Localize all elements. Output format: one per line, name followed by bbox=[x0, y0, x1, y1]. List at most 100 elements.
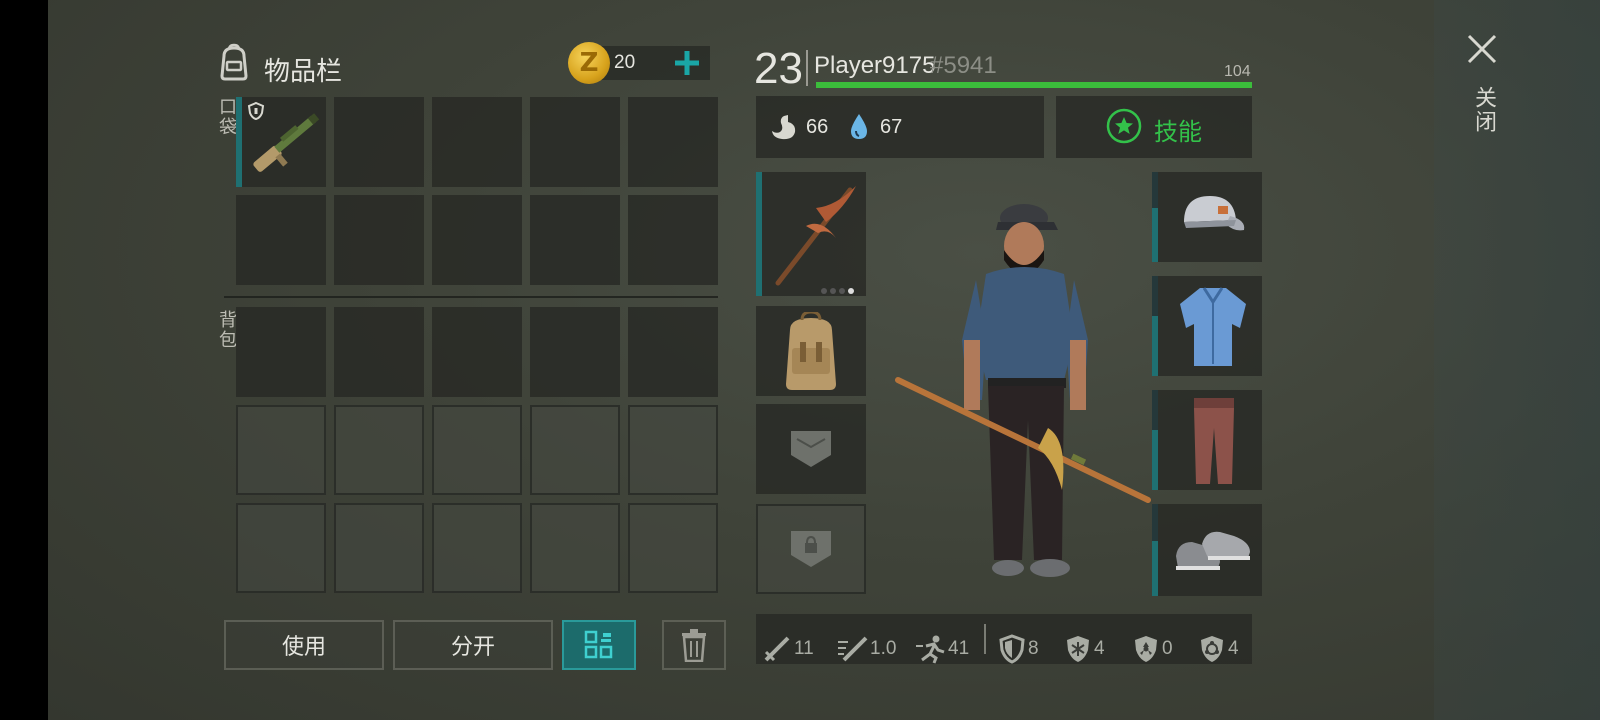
trash-icon bbox=[682, 629, 706, 662]
header-divider bbox=[806, 50, 808, 86]
running-icon bbox=[916, 635, 945, 664]
move-speed-value: 41 bbox=[948, 638, 970, 659]
star-icon bbox=[1106, 108, 1142, 144]
pocket-slot-5[interactable] bbox=[628, 97, 718, 187]
locked-slot bbox=[432, 405, 522, 495]
coin-count: 20 bbox=[614, 52, 636, 73]
durability-bar bbox=[1152, 208, 1158, 262]
pocket-equip-slot[interactable] bbox=[756, 404, 866, 494]
infection-resist-value: 4 bbox=[1228, 638, 1239, 659]
cold-resist-value: 4 bbox=[1094, 638, 1105, 659]
shoes-icon bbox=[1172, 522, 1254, 578]
legs-slot[interactable] bbox=[1152, 390, 1262, 490]
backpack-slot-3[interactable] bbox=[432, 307, 522, 397]
backpack-item-icon bbox=[778, 310, 844, 392]
player-level: 23 bbox=[754, 44, 803, 93]
grid-sort-icon bbox=[584, 630, 613, 659]
infection-resist-stat: 4 bbox=[1198, 634, 1239, 664]
pocket-slot-9[interactable] bbox=[530, 195, 620, 285]
head-slot[interactable] bbox=[1152, 172, 1262, 262]
feet-slot[interactable] bbox=[1152, 504, 1262, 596]
pocket-slot-3[interactable] bbox=[432, 97, 522, 187]
divider bbox=[224, 296, 718, 298]
thirst-value: 67 bbox=[880, 116, 903, 138]
radiation-resist-stat: 0 bbox=[1132, 634, 1173, 664]
player-tag: #5941 bbox=[930, 52, 997, 79]
backpack-slot-2[interactable] bbox=[334, 307, 424, 397]
split-button[interactable]: 分开 bbox=[393, 620, 553, 670]
pocket-slot-8[interactable] bbox=[432, 195, 522, 285]
shield-icon bbox=[999, 634, 1025, 664]
stomach-icon bbox=[768, 112, 800, 142]
shotgun-icon bbox=[244, 97, 328, 187]
cap-icon bbox=[1176, 186, 1248, 246]
attack-speed-icon bbox=[838, 636, 868, 662]
cold-resist-stat: 4 bbox=[1064, 634, 1105, 664]
hunger-value: 66 bbox=[806, 116, 829, 138]
pocket-slot-1[interactable] bbox=[236, 97, 326, 187]
locked-slot bbox=[530, 503, 620, 593]
durability-bar bbox=[1152, 316, 1158, 376]
durability-bar bbox=[236, 97, 242, 187]
locked-slot bbox=[236, 405, 326, 495]
stats-divider bbox=[984, 624, 986, 654]
armor-value: 8 bbox=[1028, 638, 1039, 659]
health-bar-fill bbox=[816, 82, 1252, 88]
armor-stat: 8 bbox=[998, 634, 1039, 664]
radiation-resist-value: 0 bbox=[1162, 638, 1173, 659]
inventory-title: 物品栏 bbox=[264, 56, 343, 86]
damage-stat: 11 bbox=[762, 634, 814, 664]
backpack-slot-5[interactable] bbox=[628, 307, 718, 397]
pocket-slot-4[interactable] bbox=[530, 97, 620, 187]
pocket-icon bbox=[789, 429, 833, 469]
add-coins-button[interactable] bbox=[672, 48, 702, 78]
pocket-slot-6[interactable] bbox=[236, 195, 326, 285]
attack-speed-stat: 1.0 bbox=[836, 634, 896, 664]
pants-icon bbox=[1184, 394, 1244, 488]
backpack-slot-1[interactable] bbox=[236, 307, 326, 397]
durability-bar bbox=[1152, 540, 1158, 596]
character-model bbox=[878, 190, 1168, 600]
game-screen: 物品栏 Z 20 口袋 背包 使用 分开 23 Player9175 #5941… bbox=[48, 0, 1600, 720]
skills-label: 技能 bbox=[1154, 119, 1202, 146]
radiation-shield-icon bbox=[1135, 636, 1157, 662]
locked-slot bbox=[432, 503, 522, 593]
locked-slot bbox=[628, 503, 718, 593]
locked-pocket-slot bbox=[756, 504, 866, 594]
sort-button[interactable] bbox=[562, 620, 636, 670]
delete-button[interactable] bbox=[662, 620, 726, 670]
backpack-icon bbox=[214, 42, 254, 82]
coin-icon: Z bbox=[568, 42, 610, 84]
move-speed-stat: 41 bbox=[914, 634, 969, 664]
close-icon bbox=[1467, 34, 1497, 64]
health-value: 104 bbox=[1224, 63, 1251, 80]
pocket-slot-2[interactable] bbox=[334, 97, 424, 187]
snowflake-shield-icon bbox=[1067, 636, 1089, 662]
locked-slot bbox=[530, 405, 620, 495]
locked-slot bbox=[334, 503, 424, 593]
sword-icon bbox=[764, 636, 790, 662]
backpack-slot-4[interactable] bbox=[530, 307, 620, 397]
locked-pocket-icon bbox=[789, 529, 833, 569]
pocket-slot-7[interactable] bbox=[334, 195, 424, 285]
durability-bar bbox=[756, 172, 762, 296]
use-button[interactable]: 使用 bbox=[224, 620, 384, 670]
close-button[interactable]: 关闭 bbox=[1462, 30, 1502, 150]
locked-slot bbox=[236, 503, 326, 593]
attack-speed-value: 1.0 bbox=[870, 638, 897, 659]
pocket-slot-10[interactable] bbox=[628, 195, 718, 285]
backpack-equip-slot[interactable] bbox=[756, 306, 866, 396]
damage-value: 11 bbox=[794, 638, 814, 659]
health-bar bbox=[816, 82, 1252, 88]
player-name: Player9175 bbox=[814, 52, 936, 79]
body-slot[interactable] bbox=[1152, 276, 1262, 376]
shirt-icon bbox=[1174, 282, 1252, 370]
pickaxe-icon bbox=[766, 178, 862, 288]
biohazard-shield-icon bbox=[1201, 636, 1223, 662]
locked-slot bbox=[628, 405, 718, 495]
ammo-dots bbox=[820, 282, 860, 294]
locked-slot bbox=[334, 405, 424, 495]
weapon-slot[interactable] bbox=[756, 172, 866, 296]
skills-button[interactable]: 技能 bbox=[1056, 96, 1252, 158]
durability-bar bbox=[1152, 430, 1158, 490]
